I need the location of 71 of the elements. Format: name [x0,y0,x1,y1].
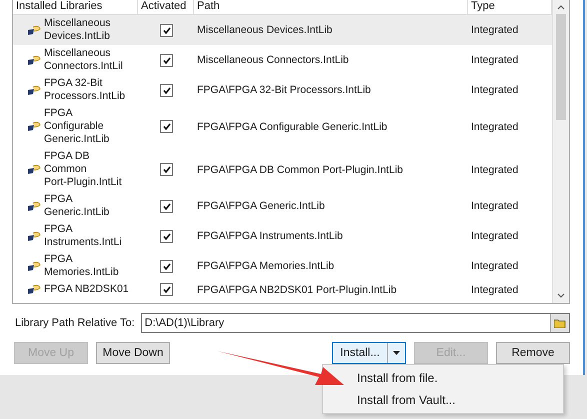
type-cell-text: Integrated [470,230,520,242]
type-cell-text: Integrated [470,260,520,272]
library-icon [27,200,41,212]
check-icon [162,286,170,293]
browse-button[interactable] [550,314,569,332]
activated-checkbox[interactable] [160,24,173,36]
path-cell-text: FPGA\FPGA Configurable Generic.IntLib [196,120,388,132]
folder-icon [554,318,566,328]
library-name: FPGA Memories.IntLib [44,253,119,279]
path-cell-text: FPGA\FPGA Memories.IntLib [196,260,336,272]
activated-checkbox[interactable] [160,260,173,272]
check-icon [162,56,170,64]
library-icon [27,164,41,175]
library-icon [27,230,41,242]
check-icon [162,166,170,173]
library-name: FPGA Instruments.IntLi [44,223,122,249]
path-cell-text: Miscellaneous Devices.IntLib [196,24,334,36]
column-header[interactable]: Installed Libraries [13,0,138,14]
path-cell-text: FPGA\FPGA 32-Bit Processors.IntLib [196,84,372,96]
library-name: FPGA Configurable Generic.IntLib [44,107,110,146]
activated-checkbox[interactable] [160,54,173,66]
activated-checkbox[interactable] [160,120,173,133]
install-split-button[interactable]: Install... [332,342,406,364]
activated-checkbox[interactable] [160,283,173,296]
dialog-button[interactable]: Move Down [96,342,170,364]
scrollbar[interactable] [552,0,569,303]
check-icon [162,26,170,34]
path-cell-text: FPGA\FPGA DB Common Port-Plugin.IntLib [196,164,404,176]
activated-checkbox[interactable] [160,200,173,212]
path-cell-text: FPGA\FPGA Instruments.IntLib [196,230,344,242]
library-name: Miscellaneous Devices.IntLib [44,17,111,43]
scrollbar-thumb[interactable] [556,14,566,120]
library-icon [27,84,41,96]
library-name: FPGA DB Common Port-Plugin.IntLit [44,150,122,189]
type-cell-text: Integrated [470,24,520,36]
type-cell-text: Integrated [470,200,520,212]
library-icon [27,54,41,66]
menu-item[interactable]: Install from file. [351,367,563,389]
menu-item[interactable]: Install from Vault... [351,389,563,411]
activated-checkbox[interactable] [160,84,173,96]
path-cell-text: FPGA\FPGA Generic.IntLib [196,200,326,212]
type-cell-text: Integrated [470,84,520,96]
library-icon [27,284,41,295]
library-name: FPGA NB2DSK01 [44,283,129,296]
library-icon [27,24,41,36]
type-cell-text: Integrated [470,164,520,176]
type-cell-text: Integrated [470,284,520,296]
activated-checkbox[interactable] [160,163,173,176]
type-cell-text: Integrated [470,54,520,66]
column-header[interactable]: Path [194,0,468,14]
caret-icon [393,351,400,355]
activated-checkbox[interactable] [160,230,173,242]
library-path-field[interactable]: D:\AD(1)\Library [140,313,570,333]
library-name: FPGA 32-Bit Processors.IntLib [44,77,126,103]
path-cell-text: Miscellaneous Connectors.IntLib [196,54,350,66]
type-cell-text: Integrated [470,120,520,132]
install-button[interactable]: Install... [333,343,388,363]
path-cell-text: FPGA\FPGA NB2DSK01 Port-Plugin.IntLib [196,284,398,296]
library-icon [27,260,41,272]
check-icon [162,123,170,130]
column-header[interactable]: Activated [138,0,194,14]
dialog-button[interactable]: Remove [496,342,570,364]
library-name: Miscellaneous Connectors.IntLil [44,47,123,73]
library-icon [27,121,41,132]
library-name: FPGA Generic.IntLib [44,193,110,219]
check-icon [162,202,170,210]
check-icon [162,232,170,240]
check-icon [162,262,170,270]
check-icon [162,86,170,94]
library-row[interactable]: Miscellaneous Devices.IntLib Miscellaneous Devices.IntLib Integrated [13,15,552,45]
library-path-label: Library Path Relative To: [15,317,135,329]
